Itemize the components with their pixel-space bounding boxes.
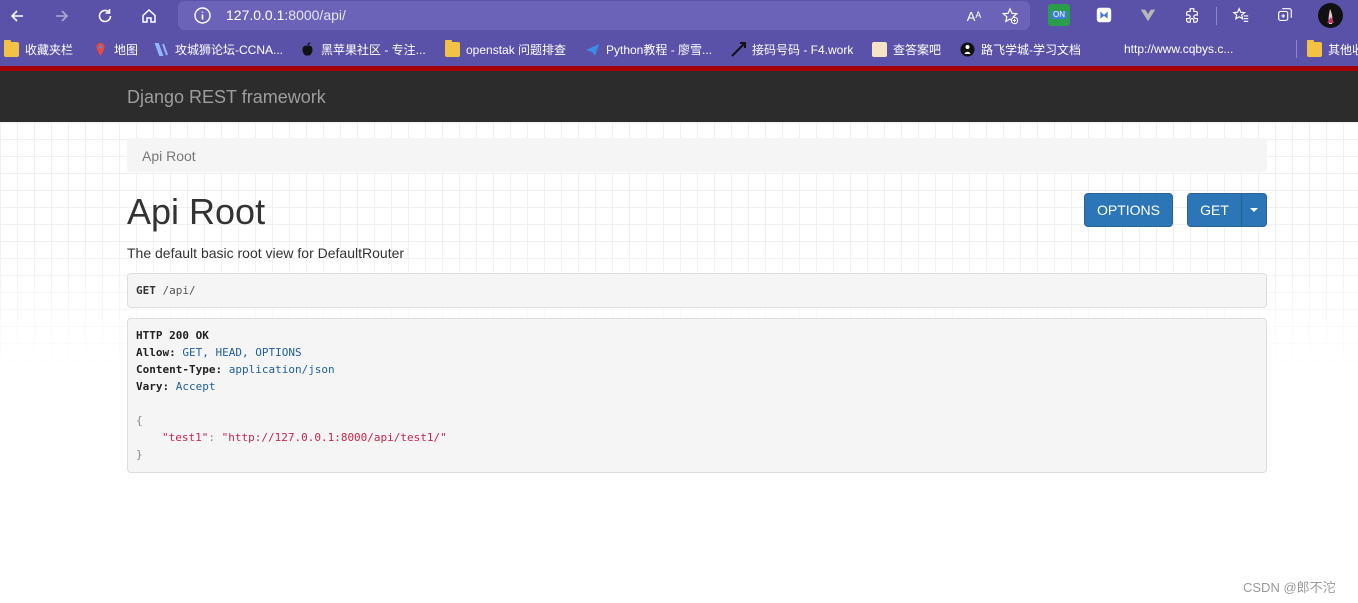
toolbar-separator bbox=[1216, 7, 1217, 25]
ccna-site-icon bbox=[154, 42, 169, 57]
page-title: Api Root bbox=[127, 191, 266, 232]
map-pin-icon bbox=[93, 42, 108, 57]
json-open-brace: { bbox=[136, 414, 143, 427]
back-icon[interactable] bbox=[5, 4, 29, 28]
paper-plane-icon bbox=[585, 42, 600, 57]
folder-icon bbox=[445, 39, 460, 57]
bookmark-hackintosh[interactable]: 黑苹果社区 - 专注... bbox=[300, 40, 426, 58]
extension-blue-icon[interactable] bbox=[1093, 4, 1115, 26]
navbar-brand[interactable]: Django REST framework bbox=[127, 87, 326, 108]
add-favorite-icon[interactable] bbox=[1000, 6, 1020, 26]
forward-icon[interactable] bbox=[50, 4, 74, 28]
bookmark-luffycity[interactable]: 路飞学城-学习文档 bbox=[960, 40, 1081, 58]
extensions-icon[interactable] bbox=[1181, 4, 1203, 26]
caret-down-icon bbox=[1250, 208, 1258, 212]
response-info: HTTP 200 OK Allow: GET, HEAD, OPTIONS Co… bbox=[127, 318, 1267, 473]
request-path: /api/ bbox=[162, 284, 196, 297]
response-allow: Allow: GET, HEAD, OPTIONS bbox=[136, 346, 302, 359]
get-button[interactable]: GET bbox=[1187, 193, 1242, 227]
csdn-watermark: CSDN @郎不沱 bbox=[1243, 580, 1336, 595]
request-line: GET /api/ bbox=[136, 284, 196, 297]
drf-navbar: Django REST framework bbox=[0, 71, 1358, 122]
test1-link[interactable]: "http://127.0.0.1:8000/api/test1/" bbox=[222, 431, 447, 444]
format-dropdown-button[interactable] bbox=[1241, 193, 1267, 227]
breadcrumb: Api Root bbox=[127, 138, 1267, 172]
bookmark-python-tutorial[interactable]: Python教程 - 廖雪... bbox=[585, 40, 712, 58]
breadcrumb-item-api-root: Api Root bbox=[142, 148, 196, 164]
answer-site-icon bbox=[872, 41, 887, 57]
folder-icon bbox=[4, 39, 19, 57]
json-entry-test1: "test1": "http://127.0.0.1:8000/api/test… bbox=[162, 431, 447, 444]
page-content: Api Root Api Root OPTIONS GET The defaul… bbox=[0, 122, 1358, 603]
response-vary: Vary: Accept bbox=[136, 380, 216, 393]
bookmark-ccna[interactable]: 攻城狮论坛-CCNA... bbox=[154, 40, 283, 58]
extension-on-icon[interactable]: ON bbox=[1048, 4, 1070, 26]
apple-icon bbox=[300, 41, 315, 57]
bookmark-f4work[interactable]: 接码号码 - F4.work bbox=[731, 40, 853, 58]
vue-devtools-icon[interactable] bbox=[1137, 4, 1159, 26]
bookmarks-bar: 收藏夹栏 地图 攻城狮论坛-CCNA... 黑苹果社区 - 专注... open… bbox=[0, 32, 1358, 66]
read-aloud-icon[interactable]: Aᴬ bbox=[964, 6, 984, 26]
bookmarks-separator bbox=[1296, 40, 1297, 58]
info-icon[interactable] bbox=[193, 6, 212, 25]
collections-icon[interactable] bbox=[1274, 4, 1296, 26]
options-button[interactable]: OPTIONS bbox=[1084, 193, 1173, 227]
bookmark-other[interactable]: 其他收 bbox=[1307, 39, 1358, 58]
bookmark-map[interactable]: 地图 bbox=[93, 40, 138, 58]
folder-icon bbox=[1307, 39, 1322, 57]
favorites-icon[interactable] bbox=[1230, 4, 1252, 26]
refresh-icon[interactable] bbox=[93, 4, 117, 28]
json-close-brace: } bbox=[136, 448, 143, 461]
luffy-icon bbox=[960, 42, 975, 57]
url-text[interactable]: 127.0.0.1:8000/api/ bbox=[226, 7, 346, 23]
bookmark-cqbys[interactable]: http://www.cqbys.c... bbox=[1124, 40, 1233, 58]
bookmark-favorites-bar[interactable]: 收藏夹栏 bbox=[4, 39, 73, 58]
request-method: GET bbox=[136, 284, 156, 297]
browser-toolbar: 127.0.0.1:8000/api/ Aᴬ ON bbox=[0, 0, 1358, 32]
home-icon[interactable] bbox=[137, 4, 161, 28]
response-content-type: Content-Type: application/json bbox=[136, 363, 335, 376]
bookmark-answers[interactable]: 查答案吧 bbox=[872, 40, 941, 58]
arrow-site-icon bbox=[731, 41, 746, 57]
response-status: HTTP 200 OK bbox=[136, 329, 209, 342]
view-description: The default basic root view for DefaultR… bbox=[127, 245, 405, 261]
profile-avatar[interactable] bbox=[1318, 3, 1343, 28]
bookmark-openstack[interactable]: openstak 问题排查 bbox=[445, 39, 566, 58]
address-bar[interactable]: 127.0.0.1:8000/api/ Aᴬ bbox=[178, 1, 1030, 30]
request-info: GET /api/ bbox=[127, 273, 1267, 308]
